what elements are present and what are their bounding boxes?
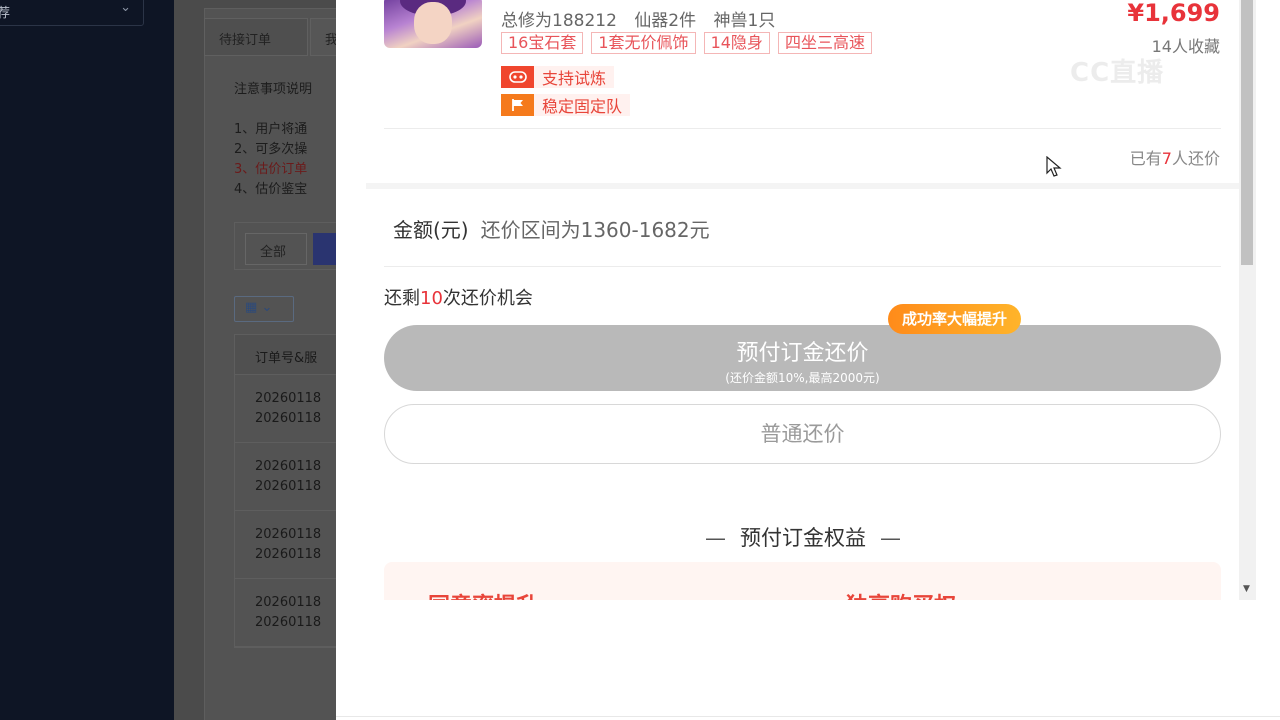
table-cell: 20260118	[255, 595, 322, 610]
sidebar-select[interactable]: 荐 ⌄	[0, 0, 144, 26]
item-stats: 总修为188212 仙器2件 神兽1只	[501, 6, 787, 31]
success-rate-badge: 成功率大幅提升	[888, 304, 1022, 334]
item-tag: 1套无价佩饰	[591, 32, 696, 54]
filter-all-button[interactable]: 全部	[245, 233, 307, 265]
dash-left: —	[705, 526, 726, 550]
item-price: ¥1,699	[1127, 0, 1220, 27]
benefit-item: 同意率提升	[428, 588, 538, 600]
deposit-bargain-button[interactable]: 预付订金还价 (还价金额10%,最高2000元)	[384, 325, 1221, 391]
bargain-count-number: 7	[1161, 149, 1172, 168]
dash-right: —	[880, 526, 901, 550]
table-cell: 20260118	[255, 411, 322, 426]
section-separator	[366, 183, 1240, 189]
table-cell: 20260118	[255, 527, 322, 542]
table-header: 订单号&服	[235, 335, 343, 375]
notes-section: 注意事项说明 1、用户将通 2、可多次操 3、估价订单 4、估价鉴宝	[234, 80, 312, 200]
tab-pending-orders[interactable]: 待接订单	[204, 18, 308, 56]
chevron-down-icon: ⌄	[261, 300, 273, 315]
bargain-count: 已有7人还价	[1130, 145, 1220, 169]
stream-watermark: CC直播	[1070, 58, 1165, 88]
table-cell: 20260118	[255, 479, 322, 494]
note-line: 3、估价订单	[234, 162, 308, 177]
benefit-item: 独享购买权	[846, 588, 956, 600]
note-line: 2、可多次操	[234, 142, 308, 157]
drawer-bottom-divider	[336, 716, 1280, 717]
stat-artifacts: 仙器2件	[634, 11, 697, 31]
note-line: 4、估价鉴宝	[234, 182, 308, 197]
note-line: 1、用户将通	[234, 122, 308, 137]
trial-icon	[501, 66, 534, 88]
deposit-button-label: 预付订金还价	[736, 341, 869, 366]
stat-beasts: 神兽1只	[713, 11, 776, 31]
table-row[interactable]: 20260118 20260118	[235, 511, 343, 579]
bargain-count-prefix: 已有	[1129, 149, 1162, 168]
item-avatar	[384, 0, 482, 48]
stat-cultivation: 总修为188212	[501, 11, 617, 31]
table-row[interactable]: 20260118 20260118	[235, 443, 343, 511]
table-cell: 20260118	[255, 615, 322, 630]
table-cell: 20260118	[255, 459, 322, 474]
filter-group: 全部	[234, 222, 344, 270]
item-tag: 16宝石套	[501, 32, 584, 54]
normal-bargain-button[interactable]: 普通还价	[384, 404, 1221, 464]
item-tag: 14隐身	[703, 32, 770, 54]
remaining-chances: 还剩10次还价机会	[384, 284, 533, 310]
notes-title: 注意事项说明	[234, 82, 313, 97]
drawer-content: 总修为188212 仙器2件 神兽1只 ¥1,699 14人收藏 16宝石套 1…	[336, 0, 1240, 600]
scroll-down-arrow-icon[interactable]: ▼	[1243, 584, 1250, 594]
avatar-face	[414, 2, 452, 44]
grid-icon: ▦	[245, 300, 258, 315]
mouse-pointer-icon	[1046, 155, 1062, 182]
orders-table: 订单号&服 20260118 20260118 20260118 2026011…	[234, 334, 344, 648]
amount-row: 金额(元) 还价区间为1360-1682元	[393, 214, 710, 243]
benefits-title: 预付订金权益	[740, 526, 866, 550]
divider	[384, 128, 1221, 129]
flag-icon	[501, 94, 534, 116]
app-sidebar: 荐 ⌄	[0, 0, 174, 720]
bargain-range: 还价区间为1360-1682元	[480, 218, 710, 242]
remaining-count: 10	[420, 288, 443, 309]
trial-badge: 支持试炼	[501, 66, 615, 88]
item-tags: 16宝石套 1套无价佩饰 14隐身 四坐三高速	[501, 32, 872, 54]
remaining-suffix: 次还价机会	[442, 288, 533, 309]
remaining-prefix: 还剩	[384, 288, 420, 309]
table-row[interactable]: 20260118 20260118	[235, 375, 343, 443]
benefits-card: 同意率提升 独享购买权	[384, 562, 1221, 600]
table-cell: 20260118	[255, 547, 322, 562]
bargain-count-suffix: 人还价	[1171, 149, 1220, 168]
bargain-drawer: 总修为188212 仙器2件 神兽1只 ¥1,699 14人收藏 16宝石套 1…	[336, 0, 1280, 720]
column-toggle-button[interactable]: ▦ ⌄	[234, 296, 294, 322]
table-cell: 20260118	[255, 391, 322, 406]
benefits-heading: — 预付订金权益 —	[336, 522, 1240, 552]
sidebar-select-value: 荐	[0, 6, 11, 21]
scrollbar-thumb[interactable]	[1241, 0, 1253, 265]
trial-label: 支持试炼	[542, 69, 607, 88]
chevron-down-icon: ⌄	[120, 0, 131, 15]
divider	[384, 266, 1221, 267]
deposit-button-note: (还价金额10%,最高2000元)	[725, 371, 880, 385]
fixed-team-badge: 稳定固定队	[501, 94, 631, 116]
item-tag: 四坐三高速	[777, 32, 872, 54]
fixed-team-label: 稳定固定队	[542, 97, 623, 116]
table-row[interactable]: 20260118 20260118	[235, 579, 343, 647]
amount-label: 金额(元)	[393, 218, 469, 242]
